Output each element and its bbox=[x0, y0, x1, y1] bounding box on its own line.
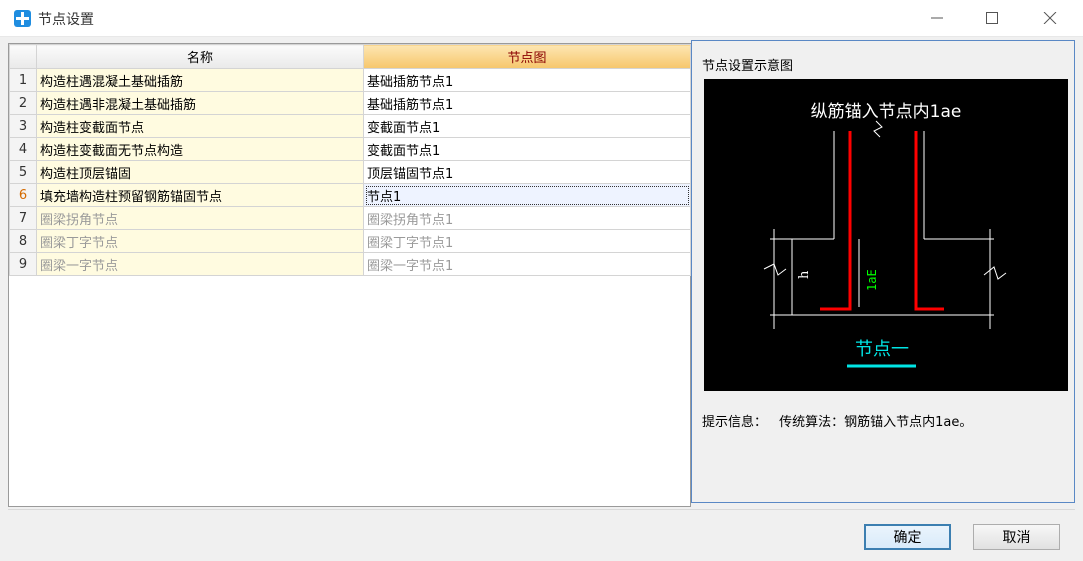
hint-info: 提示信息： 传统算法：钢筋锚入节点内1ae。 bbox=[702, 411, 972, 430]
row-number: 1 bbox=[9, 68, 37, 92]
hint-label: 提示信息： bbox=[702, 415, 768, 430]
name-cell[interactable]: 构造柱顶层锚固 bbox=[36, 160, 364, 184]
dim-lae-label: 1aE bbox=[865, 269, 879, 291]
table-row-disabled[interactable]: 7 圈梁拐角节点 圈梁拐角节点1 bbox=[9, 206, 691, 230]
row-number: 5 bbox=[9, 160, 37, 184]
maximize-button[interactable] bbox=[970, 0, 1016, 36]
hint-text: 传统算法：钢筋锚入节点内1ae。 bbox=[779, 415, 973, 430]
leader-line bbox=[873, 120, 883, 138]
grid-header-row: 名称 节点图 bbox=[9, 44, 691, 69]
node-cell[interactable]: 圈梁一字节点1 bbox=[363, 252, 691, 276]
preview-title: 节点设置示意图 bbox=[702, 59, 794, 74]
node-cell[interactable]: 圈梁丁字节点1 bbox=[363, 229, 691, 253]
name-cell[interactable]: 填充墙构造柱预留钢筋锚固节点 bbox=[36, 183, 364, 207]
minimize-button[interactable] bbox=[915, 0, 961, 36]
corner-header bbox=[9, 44, 37, 69]
table-row[interactable]: 4 构造柱变截面无节点构造 变截面节点1 bbox=[9, 137, 691, 161]
row-number: 9 bbox=[9, 252, 37, 276]
node-cell[interactable]: 圈梁拐角节点1 bbox=[363, 206, 691, 230]
row-number: 2 bbox=[9, 91, 37, 115]
divider bbox=[8, 509, 1075, 510]
node-cell[interactable]: 变截面节点1 bbox=[363, 114, 691, 138]
table-row[interactable]: 3 构造柱变截面节点 变截面节点1 bbox=[9, 114, 691, 138]
node-cell[interactable]: 基础插筋节点1 bbox=[363, 68, 691, 92]
node-cell[interactable]: 顶层锚固节点1 bbox=[363, 160, 691, 184]
row-number: 8 bbox=[9, 229, 37, 253]
title-bar: 节点设置 bbox=[0, 0, 1083, 37]
row-number: 7 bbox=[9, 206, 37, 230]
row-number: 4 bbox=[9, 137, 37, 161]
preview-panel: 节点设置示意图 纵筋锚入节点内1ae h 1aE 节点一 提示信息： 传统算法：… bbox=[691, 40, 1075, 503]
node-cell[interactable]: 变截面节点1 bbox=[363, 137, 691, 161]
ok-button[interactable]: 确定 bbox=[864, 524, 951, 550]
node-diagram: 纵筋锚入节点内1ae h 1aE 节点一 bbox=[763, 102, 1007, 368]
table-row[interactable]: 1 构造柱遇混凝土基础插筋 基础插筋节点1 bbox=[9, 68, 691, 92]
table-row[interactable]: 2 构造柱遇非混凝土基础插筋 基础插筋节点1 bbox=[9, 91, 691, 115]
name-cell[interactable]: 圈梁拐角节点 bbox=[36, 206, 364, 230]
name-cell[interactable]: 构造柱变截面节点 bbox=[36, 114, 364, 138]
dim-h-label: h bbox=[797, 270, 812, 279]
node-settings-grid: 名称 节点图 1 构造柱遇混凝土基础插筋 基础插筋节点1 2 构造柱遇非混凝土基… bbox=[8, 43, 691, 507]
column-header-name[interactable]: 名称 bbox=[36, 44, 364, 69]
app-icon bbox=[14, 10, 31, 27]
node-diagram-canvas: 纵筋锚入节点内1ae h 1aE 节点一 bbox=[704, 79, 1068, 391]
rebar-right bbox=[914, 131, 944, 311]
table-row-disabled[interactable]: 9 圈梁一字节点 圈梁一字节点1 bbox=[9, 252, 691, 276]
name-cell[interactable]: 构造柱遇混凝土基础插筋 bbox=[36, 68, 364, 92]
node-cell[interactable]: 基础插筋节点1 bbox=[363, 91, 691, 115]
table-row-selected[interactable]: 6 填充墙构造柱预留钢筋锚固节点 节点1 bbox=[9, 183, 691, 207]
table-row[interactable]: 5 构造柱顶层锚固 顶层锚固节点1 bbox=[9, 160, 691, 184]
column-header-node[interactable]: 节点图 bbox=[363, 44, 691, 69]
break-symbol-right bbox=[983, 266, 1007, 280]
break-symbol-left bbox=[763, 263, 787, 276]
close-button[interactable] bbox=[1028, 0, 1074, 36]
row-number: 6 bbox=[9, 183, 37, 207]
name-cell[interactable]: 构造柱变截面无节点构造 bbox=[36, 137, 364, 161]
window-title: 节点设置 bbox=[38, 12, 94, 28]
name-cell[interactable]: 构造柱遇非混凝土基础插筋 bbox=[36, 91, 364, 115]
name-cell[interactable]: 圈梁丁字节点 bbox=[36, 229, 364, 253]
table-row-disabled[interactable]: 8 圈梁丁字节点 圈梁丁字节点1 bbox=[9, 229, 691, 253]
rebar-left bbox=[820, 131, 852, 311]
name-cell[interactable]: 圈梁一字节点 bbox=[36, 252, 364, 276]
cancel-button[interactable]: 取消 bbox=[973, 524, 1060, 550]
row-number: 3 bbox=[9, 114, 37, 138]
diagram-heading: 纵筋锚入节点内1ae bbox=[811, 102, 962, 122]
node-cell-focused[interactable]: 节点1 bbox=[363, 183, 691, 207]
diagram-caption: 节点一 bbox=[855, 339, 909, 360]
